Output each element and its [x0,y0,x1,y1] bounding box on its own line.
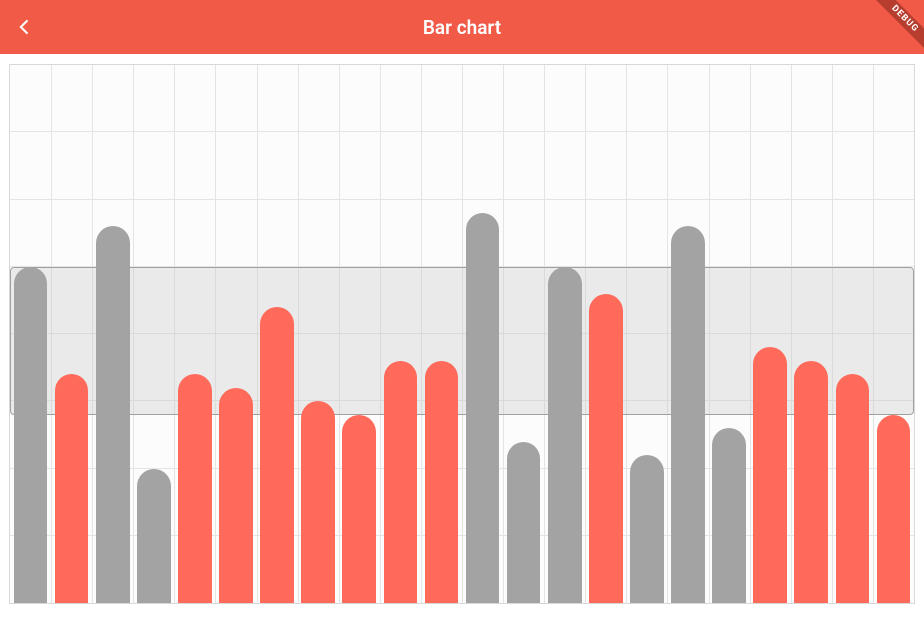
bar[interactable] [425,361,459,603]
bar[interactable] [589,294,623,603]
bar[interactable] [836,374,870,603]
bar[interactable] [671,226,705,603]
chart-bars [10,65,914,603]
bar[interactable] [137,469,171,604]
bar[interactable] [507,442,541,603]
bar[interactable] [466,213,500,603]
bar[interactable] [548,267,582,603]
app-bar: Bar chart DEBUG [0,0,924,54]
bar[interactable] [877,415,911,603]
bar[interactable] [219,388,253,603]
page-title: Bar chart [423,16,501,39]
debug-label: DEBUG [867,0,924,57]
bar[interactable] [55,374,89,603]
bar[interactable] [301,401,335,603]
bar[interactable] [384,361,418,603]
bar[interactable] [260,307,294,603]
bar-chart[interactable] [9,64,915,604]
bar[interactable] [753,347,787,603]
bar[interactable] [712,428,746,603]
chevron-left-icon [15,17,35,37]
bar[interactable] [96,226,130,603]
bar[interactable] [178,374,212,603]
debug-banner: DEBUG [860,0,924,64]
bar[interactable] [14,267,48,603]
bar[interactable] [342,415,376,603]
bar[interactable] [630,455,664,603]
back-button[interactable] [10,12,40,42]
bar[interactable] [794,361,828,603]
